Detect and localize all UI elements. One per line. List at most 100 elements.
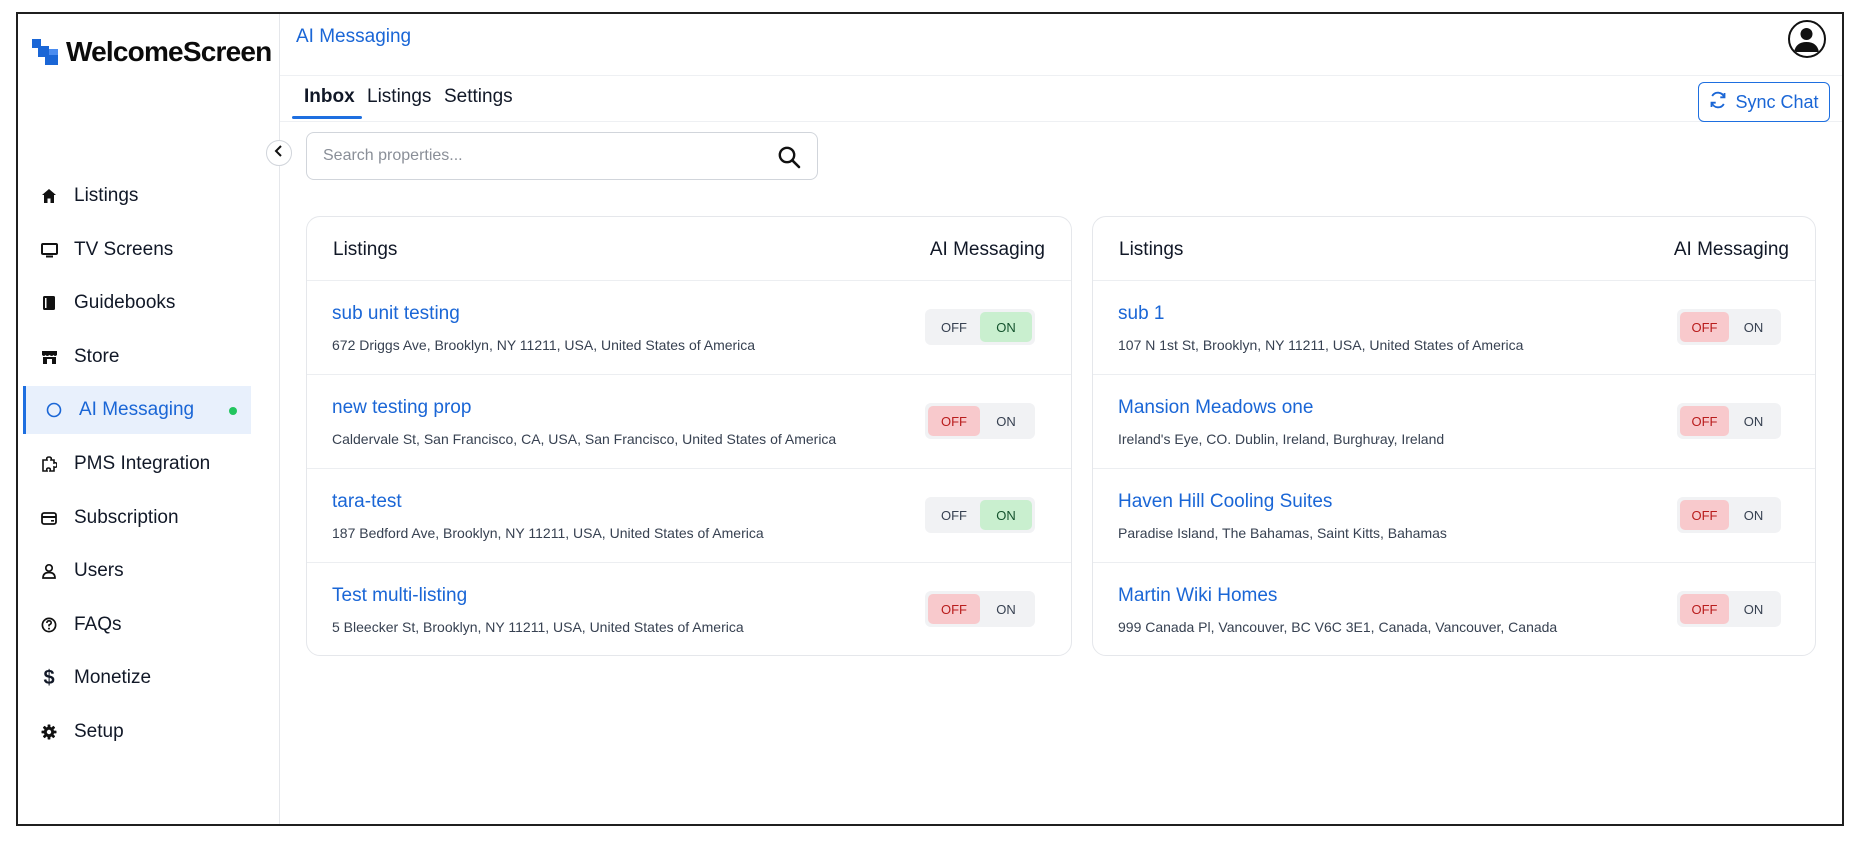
book-icon xyxy=(40,294,58,312)
sidebar-item-label: Subscription xyxy=(74,506,179,528)
puzzle-icon xyxy=(40,455,58,473)
sidebar-item-faqs[interactable]: FAQs xyxy=(18,601,280,649)
monitor-icon xyxy=(40,241,58,259)
sidebar-item-label: Users xyxy=(74,560,124,582)
listing-row: Test multi-listing 5 Bleecker St, Brookl… xyxy=(307,563,1071,655)
listing-name-link[interactable]: sub unit testing xyxy=(332,303,460,325)
ai-messaging-toggle[interactable]: OFF ON xyxy=(1677,591,1781,627)
avatar[interactable] xyxy=(1788,20,1826,58)
listing-name-link[interactable]: Mansion Meadows one xyxy=(1118,397,1313,419)
ai-messaging-toggle[interactable]: OFF ON xyxy=(1677,497,1781,533)
sidebar-item-label: Guidebooks xyxy=(74,292,176,314)
listings-panel-right: Listings AI Messaging sub 1 107 N 1st St… xyxy=(1092,216,1816,656)
listings-panel-left: Listings AI Messaging sub unit testing 6… xyxy=(306,216,1072,656)
listing-address: 107 N 1st St, Brooklyn, NY 11211, USA, U… xyxy=(1118,337,1524,353)
dollar-icon: $ xyxy=(43,666,55,689)
sidebar: WelcomeScreen Listings TV Screens Guideb… xyxy=(18,14,280,824)
toggle-on-option[interactable]: ON xyxy=(1729,312,1778,342)
listing-address: 187 Bedford Ave, Brooklyn, NY 11211, USA… xyxy=(332,525,764,541)
gear-icon xyxy=(40,723,58,741)
tab-listings[interactable]: Listings xyxy=(367,86,431,108)
listing-name-link[interactable]: Haven Hill Cooling Suites xyxy=(1118,491,1332,513)
listing-name-link[interactable]: sub 1 xyxy=(1118,303,1164,325)
wallet-icon xyxy=(40,509,58,527)
tab-settings[interactable]: Settings xyxy=(444,86,513,108)
listing-address: 999 Canada Pl, Vancouver, BC V6C 3E1, Ca… xyxy=(1118,619,1558,635)
sidebar-item-store[interactable]: Store xyxy=(18,333,280,381)
toggle-on-option[interactable]: ON xyxy=(980,500,1032,530)
logo[interactable]: WelcomeScreen xyxy=(32,36,272,68)
app-frame: WelcomeScreen Listings TV Screens Guideb… xyxy=(16,12,1844,826)
search-icon[interactable] xyxy=(777,145,801,174)
column-header-listings: Listings xyxy=(1119,239,1184,260)
sidebar-item-subscription[interactable]: Subscription xyxy=(18,494,280,542)
toggle-off-option[interactable]: OFF xyxy=(1680,406,1729,436)
sidebar-item-monetize[interactable]: $ Monetize xyxy=(18,654,280,702)
sidebar-item-ai-messaging[interactable]: AI Messaging xyxy=(23,386,251,435)
sidebar-item-label: Setup xyxy=(74,720,124,742)
tab-bar: Inbox Listings Settings Sync Chat xyxy=(280,76,1842,122)
status-dot xyxy=(229,407,237,416)
sync-chat-button[interactable]: Sync Chat xyxy=(1698,82,1830,122)
toggle-on-option[interactable]: ON xyxy=(980,594,1032,624)
column-header-ai-messaging: AI Messaging xyxy=(1673,239,1789,260)
toggle-on-option[interactable]: ON xyxy=(980,312,1032,342)
sidebar-item-label: AI Messaging xyxy=(79,399,195,421)
sidebar-item-setup[interactable]: Setup xyxy=(18,708,280,756)
listing-row: Martin Wiki Homes 999 Canada Pl, Vancouv… xyxy=(1093,563,1815,655)
ai-messaging-toggle[interactable]: OFF ON xyxy=(925,309,1035,345)
sidebar-item-guidebooks[interactable]: Guidebooks xyxy=(18,279,280,327)
listing-name-link[interactable]: Test multi-listing xyxy=(332,585,467,607)
sync-chat-label: Sync Chat xyxy=(1735,91,1819,112)
toggle-off-option[interactable]: OFF xyxy=(928,594,980,624)
toggle-off-option[interactable]: OFF xyxy=(1680,594,1729,624)
ai-messaging-toggle[interactable]: OFF ON xyxy=(925,591,1035,627)
toggle-off-option[interactable]: OFF xyxy=(928,500,980,530)
sidebar-item-pms-integration[interactable]: PMS Integration xyxy=(18,440,280,488)
search-input[interactable] xyxy=(323,133,753,179)
listing-address: 5 Bleecker St, Brooklyn, NY 11211, USA, … xyxy=(332,619,744,635)
toggle-on-option[interactable]: ON xyxy=(1729,500,1778,530)
toggle-on-option[interactable]: ON xyxy=(980,406,1032,436)
brand-name: WelcomeScreen xyxy=(66,36,272,67)
ai-messaging-toggle[interactable]: OFF ON xyxy=(1677,309,1781,345)
listing-row: sub unit testing 672 Driggs Ave, Brookly… xyxy=(307,281,1071,375)
listing-row: Haven Hill Cooling Suites Paradise Islan… xyxy=(1093,469,1815,563)
listing-address: Paradise Island, The Bahamas, Saint Kitt… xyxy=(1118,525,1447,541)
listing-row: Mansion Meadows one Ireland's Eye, CO. D… xyxy=(1093,375,1815,469)
listing-address: 672 Driggs Ave, Brooklyn, NY 11211, USA,… xyxy=(332,337,756,353)
listing-name-link[interactable]: Martin Wiki Homes xyxy=(1118,585,1277,607)
logo-mark-icon xyxy=(32,37,62,67)
toggle-off-option[interactable]: OFF xyxy=(1680,312,1729,342)
column-header-ai-messaging: AI Messaging xyxy=(929,239,1045,260)
ai-messaging-toggle[interactable]: OFF ON xyxy=(925,403,1035,439)
listing-row: tara-test 187 Bedford Ave, Brooklyn, NY … xyxy=(307,469,1071,563)
ai-messaging-toggle[interactable]: OFF ON xyxy=(1677,403,1781,439)
column-header-listings: Listings xyxy=(333,239,398,260)
active-tab-indicator xyxy=(292,116,362,119)
topbar: AI Messaging xyxy=(280,14,1842,76)
toggle-on-option[interactable]: ON xyxy=(1729,406,1778,436)
sidebar-item-label: Store xyxy=(74,345,120,367)
chat-circle-icon xyxy=(45,401,63,419)
listing-row: new testing prop Caldervale St, San Fran… xyxy=(307,375,1071,469)
chevron-left-icon xyxy=(274,144,284,162)
home-icon xyxy=(40,187,58,205)
refresh-icon xyxy=(1709,91,1727,114)
toggle-off-option[interactable]: OFF xyxy=(1680,500,1729,530)
ai-messaging-toggle[interactable]: OFF ON xyxy=(925,497,1035,533)
toggle-on-option[interactable]: ON xyxy=(1729,594,1778,624)
sidebar-item-label: Monetize xyxy=(74,667,152,689)
collapse-sidebar-button[interactable] xyxy=(266,140,292,166)
listing-name-link[interactable]: new testing prop xyxy=(332,397,471,419)
panel-header: Listings AI Messaging xyxy=(1093,217,1815,281)
toggle-off-option[interactable]: OFF xyxy=(928,406,980,436)
store-icon xyxy=(40,348,58,366)
sidebar-item-users[interactable]: Users xyxy=(18,547,280,595)
sidebar-item-listings[interactable]: Listings xyxy=(18,172,280,220)
listing-address: Caldervale St, San Francisco, CA, USA, S… xyxy=(332,431,837,447)
listing-name-link[interactable]: tara-test xyxy=(332,491,402,513)
toggle-off-option[interactable]: OFF xyxy=(928,312,980,342)
tab-inbox[interactable]: Inbox xyxy=(304,86,355,108)
sidebar-item-tv-screens[interactable]: TV Screens xyxy=(18,226,280,274)
